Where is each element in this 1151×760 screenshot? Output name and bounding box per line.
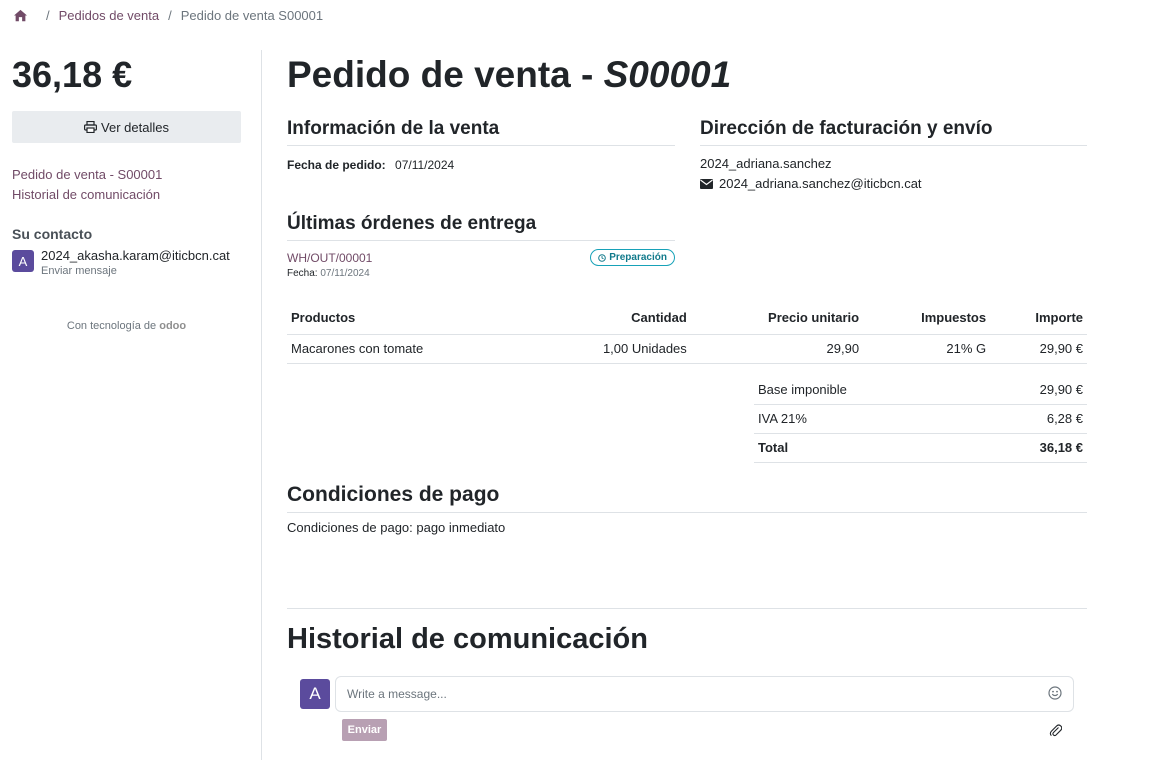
printer-icon [84, 121, 98, 133]
envelope-icon [700, 179, 713, 189]
tax-label: IVA 21% [754, 404, 972, 434]
tax-value: 6,28 € [971, 404, 1087, 434]
page-title-ref: S00001 [603, 54, 732, 95]
contact-title: Su contacto [12, 226, 93, 242]
sidebar-divider [261, 50, 262, 760]
total-label: Total [754, 432, 972, 463]
col-header-unit-price: Precio unitario [690, 308, 864, 335]
page-title-prefix: Pedido de venta - [287, 54, 604, 95]
odoo-logo[interactable]: odoo [159, 320, 186, 332]
line-amount: 29,90 € [990, 334, 1087, 364]
order-date-row: Fecha de pedido: 07/11/2024 [287, 158, 675, 172]
base-value: 29,90 € [971, 375, 1087, 405]
col-header-quantity: Cantidad [530, 308, 691, 335]
totals-row-total: Total 36,18 € [754, 432, 1087, 463]
delivery-date-value: 07/11/2024 [320, 268, 370, 279]
sidebar-nav: Pedido de venta - S00001 Historial de co… [12, 165, 241, 205]
clock-icon [598, 253, 606, 262]
table-row: Macarones con tomate 1,00 Unidades 29,90… [287, 334, 1087, 364]
address-heading: Dirección de facturación y envío [700, 118, 1087, 146]
breadcrumb-separator: / [168, 8, 172, 23]
avatar: A [12, 250, 34, 272]
address-section: Dirección de facturación y envío 2024_ad… [700, 118, 1087, 194]
sale-info-section: Información de la venta Fecha de pedido:… [287, 118, 675, 172]
line-product: Macarones con tomate [287, 334, 531, 364]
totals-row-tax: IVA 21% 6,28 € [754, 404, 1087, 434]
page-title: Pedido de venta - S00001 [287, 50, 1087, 100]
breadcrumb-sales-orders[interactable]: Pedidos de venta [59, 8, 159, 23]
view-details-button[interactable]: Ver detalles [12, 111, 241, 143]
main-content: Pedido de venta - S00001 Información de … [287, 50, 1087, 741]
deliveries-heading: Últimas órdenes de entrega [287, 213, 675, 241]
address-email-row: 2024_adriana.sanchez@iticbcn.cat [700, 174, 1087, 194]
contact-email: 2024_akasha.karam@iticbcn.cat [41, 248, 230, 263]
table-header-row: Productos Cantidad Precio unitario Impue… [287, 308, 1087, 335]
breadcrumb: / Pedidos de venta / Pedido de venta S00… [14, 8, 323, 23]
sidebar-link-order[interactable]: Pedido de venta - S00001 [12, 165, 241, 185]
breadcrumb-separator: / [46, 8, 50, 23]
history-heading: Historial de comunicación [287, 623, 648, 655]
powered-by: Con tecnología de odoo [12, 320, 241, 332]
address-email: 2024_adriana.sanchez@iticbcn.cat [719, 176, 922, 191]
status-badge: Preparación [590, 249, 675, 266]
totals-row-base: Base imponible 29,90 € [754, 375, 1087, 405]
order-total: 36,18 € [12, 54, 133, 95]
send-message-link[interactable]: Enviar mensaje [41, 264, 230, 278]
paperclip-icon[interactable] [1049, 723, 1062, 737]
deliveries-section: Últimas órdenes de entrega WH/OUT/00001 … [287, 213, 675, 279]
totals-table: Base imponible 29,90 € IVA 21% 6,28 € To… [754, 375, 1087, 463]
payment-section: Condiciones de pago Condiciones de pago:… [287, 483, 1087, 535]
sidebar-link-history[interactable]: Historial de comunicación [12, 185, 241, 205]
send-button[interactable]: Enviar [342, 719, 387, 741]
delivery-date-row: Fecha: 07/11/2024 [287, 268, 675, 279]
order-lines-table: Productos Cantidad Precio unitario Impue… [287, 308, 1087, 364]
home-icon[interactable] [14, 9, 27, 22]
delivery-ref-link[interactable]: WH/OUT/00001 [287, 251, 372, 265]
sidebar: 36,18 € Ver detalles Pedido de venta - S… [12, 50, 241, 332]
view-details-label: Ver detalles [101, 119, 169, 135]
line-taxes: 21% G [863, 334, 991, 364]
order-date-label: Fecha de pedido: [287, 158, 386, 172]
message-input[interactable] [335, 676, 1074, 712]
delivery-date-label: Fecha: [287, 268, 318, 279]
contact-card: A 2024_akasha.karam@iticbcn.cat Enviar m… [12, 248, 241, 278]
base-label: Base imponible [754, 375, 972, 405]
col-header-taxes: Impuestos [863, 308, 991, 335]
line-quantity: 1,00 Unidades [530, 334, 691, 364]
powered-by-text: Con tecnología de [66, 320, 157, 332]
delivery-item: WH/OUT/00001 Preparación [287, 249, 675, 266]
payment-heading: Condiciones de pago [287, 483, 1087, 513]
order-date-value: 07/11/2024 [395, 158, 455, 172]
address-name: 2024_adriana.sanchez [700, 156, 832, 171]
payment-terms: Condiciones de pago: pago inmediato [287, 520, 506, 535]
breadcrumb-current: Pedido de venta S00001 [180, 8, 324, 23]
avatar: A [300, 679, 330, 709]
status-badge-label: Preparación [609, 252, 667, 263]
emoji-icon[interactable] [1048, 686, 1062, 700]
section-divider [287, 608, 1087, 609]
line-unit-price: 29,90 [690, 334, 864, 364]
col-header-products: Productos [287, 308, 531, 335]
total-value: 36,18 € [971, 432, 1087, 463]
col-header-amount: Importe [990, 308, 1087, 335]
sale-info-heading: Información de la venta [287, 118, 675, 146]
